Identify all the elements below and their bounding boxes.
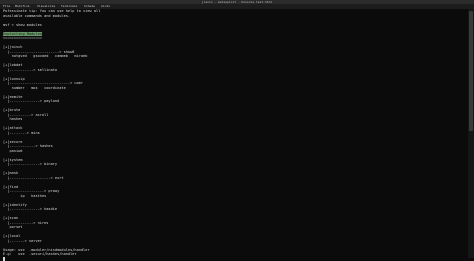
terminal-window: jiaxio - metasploit - Konsole test.html …	[0, 0, 474, 258]
terminal-line: ==================	[3, 36, 42, 41]
terminal-line: available commands and modules.	[3, 14, 70, 19]
scrollbar-thumb[interactable]	[469, 11, 473, 131]
scrollbar[interactable]	[468, 9, 474, 258]
terminal-line: number mos coordinate	[3, 86, 66, 91]
terminal-line: |-------> server	[3, 239, 42, 244]
terminal-line: hashes	[3, 117, 22, 122]
terminal-line: |--------------> binary	[3, 162, 57, 167]
terminal-line: notgved gsovaed cammeb miraeb	[3, 54, 87, 59]
terminal-output[interactable]: Pofessinate tip: You can use help to vie…	[0, 9, 466, 258]
terminal-line: |--------------> hasdie	[3, 207, 57, 212]
terminal-line: E.g: use .securi/hashes/handler	[3, 252, 77, 257]
terminal-line: |-----------> sellinato	[3, 68, 57, 73]
terminal-line: ip hasthes	[3, 194, 46, 199]
terminal-line: |--------> mins	[3, 131, 40, 136]
terminal-line: pasiwd	[3, 149, 22, 154]
terminal-line: msf > show modules	[3, 23, 42, 28]
terminal-cursor	[3, 257, 5, 261]
terminal-line: |-------------------> exrt	[3, 176, 64, 181]
terminal-line: |--------------> paylond	[3, 99, 59, 104]
terminal-line: porset	[3, 225, 22, 230]
